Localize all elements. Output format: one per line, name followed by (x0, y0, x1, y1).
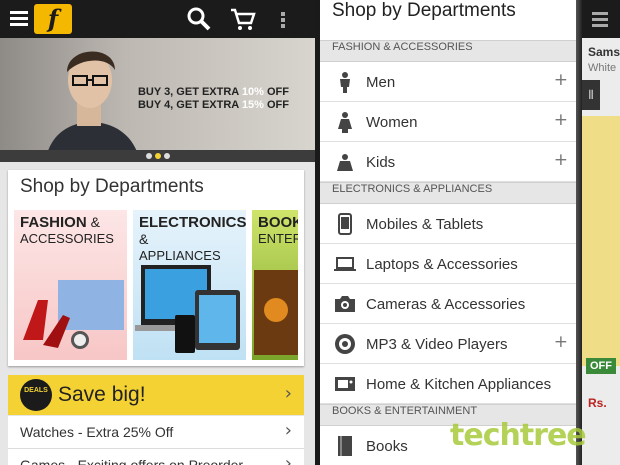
expand-icon[interactable]: + (554, 332, 568, 352)
drawer-item-kids[interactable]: Kids + (320, 142, 580, 182)
man-icon (340, 72, 350, 93)
left-screen: f BUY 3, GET EXTRA 10% OFF BUY 4, GET EX… (0, 0, 315, 465)
drawer-item-laptops[interactable]: Laptops & Accessories (320, 244, 580, 284)
drawer-item-men[interactable]: Men + (320, 62, 580, 102)
music-player-icon (335, 334, 355, 354)
chevron-right-icon: › (284, 453, 292, 465)
fashion-image (23, 280, 124, 349)
deals-badge: DEALS (20, 379, 52, 411)
drawer-item-mp3[interactable]: MP3 & Video Players + (320, 324, 580, 364)
section-header: FASHION & ACCESSORIES (320, 40, 580, 62)
model-photo (45, 51, 140, 162)
drawer-title: Shop by Departments (320, 0, 580, 40)
menu-icon[interactable] (10, 11, 28, 29)
promo-text: BUY 3, GET EXTRA 10% OFF BUY 4, GET EXTR… (137, 86, 289, 111)
kids-icon (337, 154, 353, 171)
price-label: Rs. (588, 396, 607, 410)
chevron-right-icon: › (284, 420, 292, 441)
books-image (254, 270, 298, 355)
drawer-item-women[interactable]: Women + (320, 102, 580, 142)
woman-icon (338, 112, 352, 133)
flipkart-logo[interactable]: f (34, 4, 72, 34)
tile-electronics[interactable]: ELECTRONICS & APPLIANCES (133, 210, 246, 360)
camera-icon (335, 296, 355, 312)
carousel-dots[interactable] (0, 150, 315, 162)
right-screen-peek: Sams White ⦀ OFF Rs. (582, 0, 620, 465)
chevron-right-icon: › (284, 383, 292, 404)
app-bar: f (0, 0, 315, 38)
tile-fashion[interactable]: FASHION & ACCESSORIES (14, 210, 127, 360)
offer-row[interactable]: Watches - Extra 25% Off › (8, 416, 304, 449)
book-icon (338, 436, 352, 456)
drawer-item-home-kitchen[interactable]: Home & Kitchen Appliances (320, 364, 580, 404)
tile-books[interactable]: BOOKS ENTER (252, 210, 298, 360)
save-big-label: Save big! (58, 383, 146, 406)
search-icon[interactable] (186, 6, 212, 32)
product-subtitle: White (588, 62, 617, 74)
promo-banner[interactable]: BUY 3, GET EXTRA 10% OFF BUY 4, GET EXTR… (0, 38, 315, 162)
departments-card: Shop by Departments FASHION & ACCESSORIE… (8, 170, 304, 366)
overflow-menu-icon[interactable] (278, 6, 288, 32)
home-appliance-icon (335, 377, 355, 391)
cart-icon[interactable] (230, 6, 256, 32)
offer-row[interactable]: Games - Exciting offers on Preorder › (8, 449, 304, 465)
techtree-watermark: techtree (450, 418, 587, 453)
laptop-icon (334, 257, 356, 271)
product-panel (582, 116, 620, 366)
app-bar (582, 0, 620, 38)
drawer-item-cameras[interactable]: Cameras & Accessories (320, 284, 580, 324)
save-big-banner[interactable]: DEALS Save big! › (8, 375, 304, 415)
departments-drawer: Shop by Departments FASHION & ACCESSORIE… (320, 0, 580, 465)
section-header: ELECTRONICS & APPLIANCES (320, 182, 580, 204)
electronics-image (135, 265, 240, 353)
drawer-handle-icon[interactable]: ⦀ (582, 80, 600, 110)
expand-icon[interactable]: + (554, 110, 568, 130)
offer-badge: OFF (586, 358, 616, 374)
mobile-icon (338, 213, 352, 235)
product-title: Sams (588, 45, 620, 59)
card-title: Shop by Departments (20, 176, 204, 197)
expand-icon[interactable]: + (554, 70, 568, 90)
expand-icon[interactable]: + (554, 150, 568, 170)
drawer-item-mobiles[interactable]: Mobiles & Tablets (320, 204, 580, 244)
